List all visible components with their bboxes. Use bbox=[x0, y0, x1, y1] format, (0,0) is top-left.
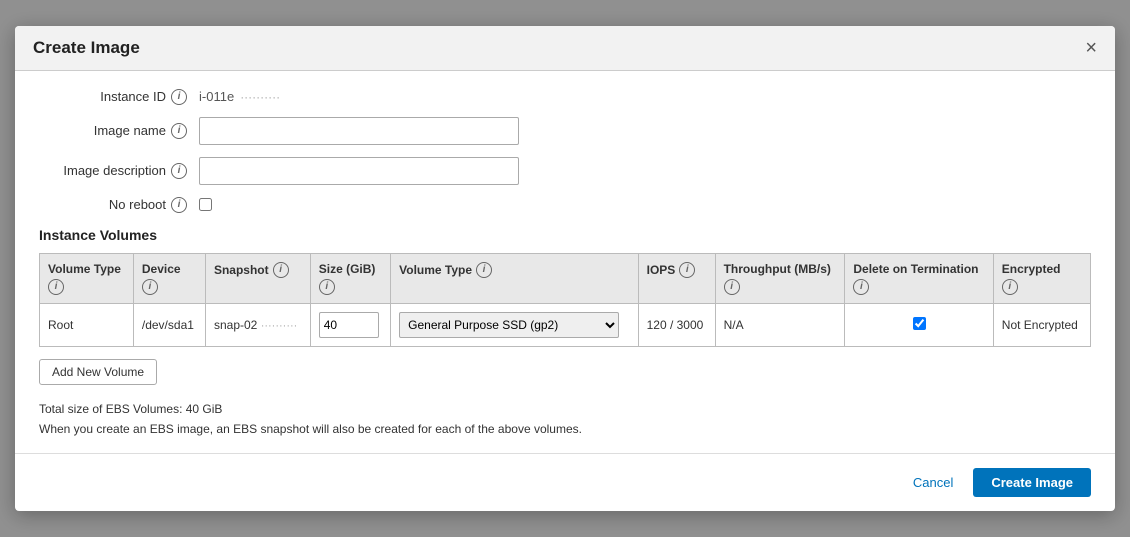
th-snapshot: Snapshot i bbox=[205, 253, 310, 303]
encrypted-header-info-icon: i bbox=[1002, 279, 1018, 295]
modal-overlay: Create Image × Instance ID i i-011e ····… bbox=[0, 0, 1130, 537]
table-row: Root /dev/sda1 snap-02 ·········· Genera… bbox=[40, 303, 1091, 346]
th-encrypted: Encrypted i bbox=[993, 253, 1090, 303]
size-field[interactable] bbox=[319, 312, 379, 338]
footer-notes: Total size of EBS Volumes: 40 GiB When y… bbox=[39, 399, 1091, 440]
row-volume-type-value[interactable]: General Purpose SSD (gp2) bbox=[391, 303, 638, 346]
row-iops: 120 / 3000 bbox=[638, 303, 715, 346]
footer-note-2: When you create an EBS image, an EBS sna… bbox=[39, 419, 1091, 439]
image-description-row: Image description i bbox=[39, 157, 1091, 185]
modal-footer: Cancel Create Image bbox=[15, 453, 1115, 511]
iops-header-info-icon: i bbox=[679, 262, 695, 278]
image-description-info-icon: i bbox=[171, 163, 187, 179]
th-iops: IOPS i bbox=[638, 253, 715, 303]
create-image-button[interactable]: Create Image bbox=[973, 468, 1091, 497]
image-description-label: Image description i bbox=[39, 163, 199, 179]
no-reboot-label: No reboot i bbox=[39, 197, 199, 213]
modal-title: Create Image bbox=[33, 38, 140, 58]
th-volume-type-col: Volume Type i bbox=[391, 253, 638, 303]
modal-header: Create Image × bbox=[15, 26, 1115, 71]
delete-on-termination-checkbox[interactable] bbox=[913, 317, 926, 330]
no-reboot-checkbox[interactable] bbox=[199, 198, 212, 211]
volume-type-select[interactable]: General Purpose SSD (gp2) bbox=[399, 312, 619, 338]
cancel-button[interactable]: Cancel bbox=[903, 468, 963, 497]
th-device: Device i bbox=[133, 253, 205, 303]
create-image-modal: Create Image × Instance ID i i-011e ····… bbox=[15, 26, 1115, 512]
row-size[interactable] bbox=[310, 303, 390, 346]
instance-id-row: Instance ID i i-011e ·········· bbox=[39, 89, 1091, 105]
add-new-volume-button[interactable]: Add New Volume bbox=[39, 359, 157, 385]
instance-id-info-icon: i bbox=[171, 89, 187, 105]
volumes-table: Volume Type i Device i bbox=[39, 253, 1091, 347]
th-size: Size (GiB) i bbox=[310, 253, 390, 303]
size-header-info-icon: i bbox=[319, 279, 335, 295]
row-throughput: N/A bbox=[715, 303, 845, 346]
snapshot-header-info-icon: i bbox=[273, 262, 289, 278]
th-volume-type: Volume Type i bbox=[40, 253, 134, 303]
image-name-input[interactable] bbox=[199, 117, 519, 145]
throughput-header-info-icon: i bbox=[724, 279, 740, 295]
image-name-info-icon: i bbox=[171, 123, 187, 139]
image-description-input[interactable] bbox=[199, 157, 519, 185]
instance-volumes-title: Instance Volumes bbox=[39, 227, 1091, 243]
row-snapshot: snap-02 ·········· bbox=[205, 303, 310, 346]
modal-body: Instance ID i i-011e ·········· Image na… bbox=[15, 71, 1115, 440]
row-delete-on-termination[interactable] bbox=[845, 303, 993, 346]
volume-type-header-info-icon: i bbox=[48, 279, 64, 295]
row-encrypted: Not Encrypted bbox=[993, 303, 1090, 346]
close-button[interactable]: × bbox=[1085, 38, 1097, 58]
device-header-info-icon: i bbox=[142, 279, 158, 295]
image-name-row: Image name i bbox=[39, 117, 1091, 145]
row-volume-type: Root bbox=[40, 303, 134, 346]
th-throughput: Throughput (MB/s) i bbox=[715, 253, 845, 303]
no-reboot-info-icon: i bbox=[171, 197, 187, 213]
delete-on-termination-header-info-icon: i bbox=[853, 279, 869, 295]
image-name-label: Image name i bbox=[39, 123, 199, 139]
volume-type-col-header-info-icon: i bbox=[476, 262, 492, 278]
table-header-row: Volume Type i Device i bbox=[40, 253, 1091, 303]
instance-id-value: i-011e ·········· bbox=[199, 89, 280, 104]
row-device: /dev/sda1 bbox=[133, 303, 205, 346]
th-delete-on-termination: Delete on Termination i bbox=[845, 253, 993, 303]
instance-id-label: Instance ID i bbox=[39, 89, 199, 105]
no-reboot-row: No reboot i bbox=[39, 197, 1091, 213]
footer-note-1: Total size of EBS Volumes: 40 GiB bbox=[39, 399, 1091, 419]
